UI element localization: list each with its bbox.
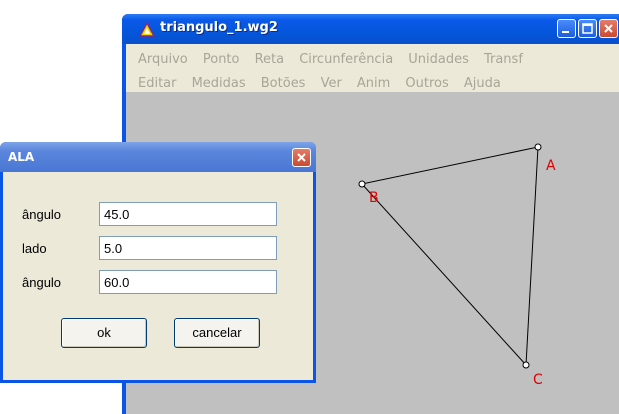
menubar: Arquivo Ponto Reta Circunferência Unidad… [126, 44, 619, 92]
window-title: triangulo_1.wg2 [160, 20, 278, 35]
menu-reta[interactable]: Reta [255, 52, 285, 67]
close-icon [604, 24, 613, 33]
minimize-button[interactable] [557, 19, 576, 38]
ok-button[interactable]: ok [61, 318, 147, 348]
triangle-app-icon [139, 22, 155, 37]
menu-row-2: Editar Medidas Botões Ver Anim Outros Aj… [138, 72, 511, 94]
maximize-button[interactable] [578, 19, 597, 38]
side-input[interactable] [99, 236, 277, 260]
menu-editar[interactable]: Editar [138, 76, 177, 91]
angle-1-input[interactable] [99, 202, 277, 226]
field-label-angle-2: ângulo [22, 275, 62, 290]
menu-anim[interactable]: Anim [357, 76, 390, 91]
segment-ca[interactable] [525, 146, 539, 366]
menu-unidades[interactable]: Unidades [408, 52, 469, 67]
menu-row-1: Arquivo Ponto Reta Circunferência Unidad… [138, 48, 533, 70]
menu-ajuda[interactable]: Ajuda [464, 76, 501, 91]
field-label-angle-1: ângulo [22, 207, 62, 222]
point-c-label: C [533, 372, 543, 388]
menu-ver[interactable]: Ver [321, 76, 342, 91]
menu-arquivo[interactable]: Arquivo [138, 52, 188, 67]
angle-2-input[interactable] [99, 270, 277, 294]
minimize-icon [562, 31, 569, 33]
segment-ab[interactable] [361, 146, 539, 185]
point-a[interactable] [534, 143, 542, 151]
dialog-body: ângulo lado ângulo ok cancelar [3, 172, 313, 380]
point-c[interactable] [522, 361, 530, 369]
menu-transf[interactable]: Transf [484, 52, 523, 67]
menu-botoes[interactable]: Botões [261, 76, 306, 91]
dialog-close-button[interactable] [292, 148, 311, 167]
menu-medidas[interactable]: Medidas [192, 76, 246, 91]
close-icon [297, 153, 306, 162]
point-b[interactable] [358, 180, 366, 188]
dialog-titlebar[interactable]: ALA [0, 142, 316, 172]
menu-ponto[interactable]: Ponto [203, 52, 240, 67]
maximize-icon [582, 23, 593, 34]
segment-bc[interactable] [361, 183, 527, 366]
field-label-side: lado [22, 241, 47, 256]
point-b-label: B [369, 190, 379, 206]
menu-circunferencia[interactable]: Circunferência [299, 52, 393, 67]
close-button[interactable] [599, 19, 618, 38]
point-a-label: A [546, 158, 556, 174]
main-titlebar[interactable]: triangulo_1.wg2 [122, 14, 619, 44]
menu-outros[interactable]: Outros [405, 76, 448, 91]
dialog-title: ALA [8, 150, 35, 164]
cancel-button[interactable]: cancelar [174, 318, 260, 348]
ala-dialog: ALA ângulo lado ângulo ok cancelar [0, 142, 316, 383]
